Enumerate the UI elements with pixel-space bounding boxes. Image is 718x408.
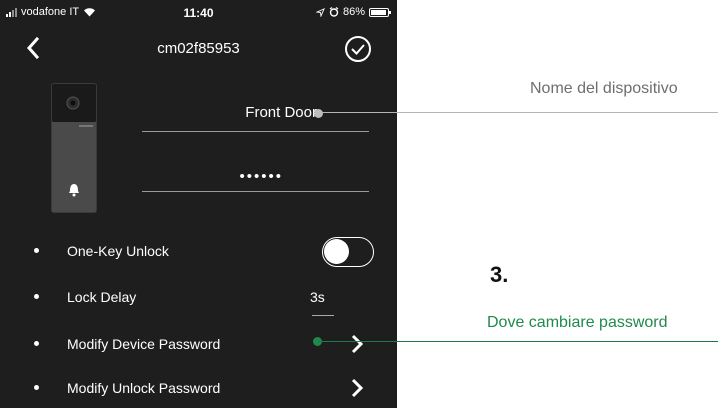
- bullet: [34, 385, 39, 390]
- modify-unlock-password-label: Modify Unlock Password: [67, 380, 221, 396]
- device-name-marker: [314, 109, 323, 118]
- alarm-icon: [329, 7, 339, 17]
- battery-icon: [369, 7, 391, 17]
- device-name-value: Front Door: [245, 104, 317, 121]
- device-id-title: cm02f85953: [157, 40, 240, 57]
- lock-delay-row[interactable]: Lock Delay 3s: [0, 286, 397, 316]
- device-password-value: ••••••: [239, 168, 283, 185]
- bullet: [34, 248, 39, 253]
- lock-delay-value[interactable]: 3s: [310, 289, 325, 305]
- chevron-right-icon[interactable]: [350, 377, 364, 399]
- bullet: [34, 341, 39, 346]
- device-name-field[interactable]: Front Door: [142, 104, 369, 132]
- location-icon: [315, 7, 325, 17]
- doorbell-device-image: [51, 83, 97, 213]
- lock-delay-label: Lock Delay: [67, 289, 137, 305]
- bullet: [34, 294, 39, 299]
- check-circle-icon[interactable]: [344, 35, 372, 63]
- step-number: 3.: [490, 262, 509, 287]
- modify-device-password-label: Modify Device Password: [67, 336, 221, 352]
- chevron-right-icon[interactable]: [350, 333, 364, 355]
- status-bar: vodafone IT 11:40 86%: [0, 0, 397, 24]
- device-password-field[interactable]: ••••••: [142, 168, 369, 192]
- modify-unlock-password-row[interactable]: Modify Unlock Password: [0, 377, 397, 401]
- change-password-leader-line: [318, 341, 718, 342]
- one-key-unlock-label: One-Key Unlock: [67, 243, 169, 259]
- device-name-leader-line: [322, 112, 718, 113]
- change-password-annotation: Dove cambiare password: [487, 314, 668, 331]
- device-name-annotation: Nome del dispositivo: [530, 80, 678, 97]
- battery-percent: 86%: [342, 6, 365, 18]
- modify-device-password-row[interactable]: Modify Device Password: [0, 333, 397, 357]
- phone-screen: vodafone IT 11:40 86% cm02f85953 Front D…: [0, 0, 397, 408]
- status-right: 86%: [315, 6, 391, 18]
- lock-delay-underline: [312, 315, 334, 316]
- one-key-unlock-toggle[interactable]: [322, 237, 374, 267]
- one-key-unlock-row: One-Key Unlock: [0, 237, 397, 267]
- nav-bar: cm02f85953: [0, 24, 397, 74]
